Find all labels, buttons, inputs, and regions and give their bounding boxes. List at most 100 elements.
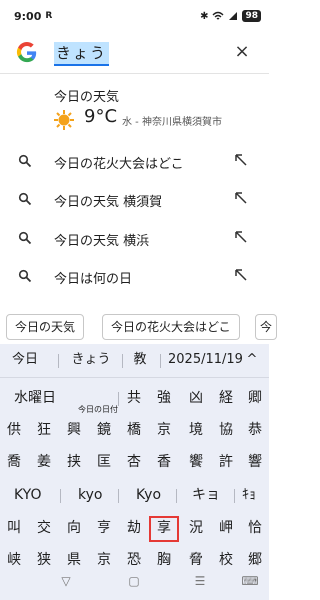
chip-today-fireworks[interactable]: 今日の花火大会はどこ (102, 314, 240, 340)
candidate[interactable]: 喬 (2, 452, 26, 472)
conversion-kyou-kanji[interactable]: 今日 (10, 350, 40, 370)
candidate[interactable]: 向 (62, 518, 86, 538)
candidate[interactable]: 県 (62, 550, 86, 570)
candidate[interactable]: 卿 (243, 388, 267, 408)
fill-query-arrow-icon[interactable] (234, 230, 248, 244)
signal-icon (229, 12, 238, 20)
suggestion-text: 今日は何の日 (54, 272, 133, 287)
candidate[interactable]: 叫 (2, 518, 26, 538)
divider (122, 354, 123, 368)
weather-location: 水 - 神奈川県横須賀市 (122, 117, 222, 128)
navigation-bar: ▽ ▢ ☰ ⌨ (0, 570, 269, 600)
candidate[interactable]: 強 (152, 388, 176, 408)
candidate[interactable]: 亨 (92, 518, 116, 538)
conversion-kyou-teach[interactable]: 教 (130, 350, 150, 370)
bluetooth-icon: ✱ (200, 10, 209, 22)
weather-temp: 9°C (84, 106, 118, 127)
candidate[interactable]: 挟 (62, 452, 86, 472)
clear-search-button[interactable]: × (232, 40, 252, 64)
back-icon[interactable]: ▽ (56, 574, 76, 588)
search-icon (18, 269, 32, 283)
divider (176, 489, 177, 503)
keyboard-switch-icon[interactable]: ⌨ (240, 574, 260, 588)
candidate[interactable]: 胸 (152, 550, 176, 570)
candidate[interactable]: 狭 (32, 550, 56, 570)
conversion-bar: 今日 きょう 教 2025/11/19 ^ (0, 344, 269, 378)
candidate[interactable]: KYO (14, 485, 42, 505)
candidate[interactable]: ｷｮ (242, 485, 256, 505)
candidate[interactable]: 校 (214, 550, 238, 570)
recents-icon[interactable]: ☰ (190, 574, 210, 588)
status-icons: ✱ 98 (200, 10, 261, 22)
candidate[interactable]: 恰 (243, 518, 267, 538)
candidate[interactable]: 協 (214, 420, 238, 440)
candidate[interactable]: 恐 (122, 550, 146, 570)
status-bar: 9:00 R ✱ 98 (0, 0, 269, 32)
selection-highlight (149, 516, 179, 542)
candidate[interactable]: 京 (92, 550, 116, 570)
battery-icon: 98 (242, 10, 261, 22)
suggestion-row[interactable]: 今日の天気 横浜 (0, 220, 269, 258)
expand-candidates-icon[interactable]: ^ (244, 350, 260, 370)
weather-suggestion[interactable]: 今日の天気 9°C 水 - 神奈川県横須賀市 (0, 80, 269, 138)
fill-query-arrow-icon[interactable] (234, 153, 248, 167)
candidate[interactable]: 劫 (122, 518, 146, 538)
suggestion-row[interactable]: 今日の花火大会はどこ (0, 143, 269, 181)
fill-query-arrow-icon[interactable] (234, 268, 248, 282)
candidate[interactable]: 狂 (32, 420, 56, 440)
search-icon (18, 231, 32, 245)
fill-query-arrow-icon[interactable] (234, 191, 248, 205)
suggestion-text: 今日の花火大会はどこ (54, 157, 184, 172)
divider (60, 489, 61, 503)
carrier-icon: R (45, 11, 53, 21)
divider (118, 392, 119, 406)
candidate[interactable]: 橋 (122, 420, 146, 440)
search-icon (18, 192, 32, 206)
candidate[interactable]: 恭 (243, 420, 267, 440)
candidate[interactable]: 許 (214, 452, 238, 472)
candidate[interactable]: 脅 (184, 550, 208, 570)
candidate[interactable]: 杏 (122, 452, 146, 472)
search-divider (0, 73, 269, 74)
candidate[interactable]: 境 (184, 420, 208, 440)
candidate[interactable]: 岬 (214, 518, 238, 538)
suggestion-text: 今日の天気 横浜 (54, 234, 150, 249)
chip-today-weather[interactable]: 今日の天気 (6, 314, 85, 340)
suggestion-row[interactable]: 今日は何の日 (0, 258, 269, 296)
candidate[interactable]: 共 (122, 388, 146, 408)
candidate[interactable]: 供 (2, 420, 26, 440)
search-bar[interactable]: きょう × (0, 34, 269, 74)
today-date-hint: 今日の日付 (78, 405, 118, 414)
candidate[interactable]: 凶 (184, 388, 208, 408)
candidate[interactable]: 交 (32, 518, 56, 538)
candidate[interactable]: 経 (214, 388, 238, 408)
divider (160, 354, 161, 368)
candidate[interactable]: 香 (152, 452, 176, 472)
ime-keyboard: 今日 きょう 教 2025/11/19 ^ 水曜日 今日の日付 共 強 凶 経 … (0, 344, 269, 600)
candidate[interactable]: kyo (78, 485, 102, 505)
sun-icon (54, 110, 74, 130)
candidate[interactable]: 京 (152, 420, 176, 440)
suggestion-chips: 今日の天気 今日の花火大会はどこ 今 (0, 314, 278, 342)
home-icon[interactable]: ▢ (124, 574, 144, 588)
candidate[interactable]: Kyo (136, 485, 161, 505)
suggestion-row[interactable]: 今日の天気 横須賀 (0, 181, 269, 219)
candidate[interactable]: 鏡 (92, 420, 116, 440)
weather-title: 今日の天気 (54, 90, 120, 105)
candidate[interactable]: 況 (184, 518, 208, 538)
search-input[interactable]: きょう (54, 42, 110, 66)
candidate[interactable]: 匡 (92, 452, 116, 472)
candidate[interactable]: 姜 (32, 452, 56, 472)
conversion-kyou-hiragana[interactable]: きょう (68, 350, 114, 370)
candidate[interactable]: 饗 (184, 452, 208, 472)
conversion-date[interactable]: 2025/11/19 (168, 350, 243, 370)
divider (58, 354, 59, 368)
candidate[interactable]: 響 (243, 452, 267, 472)
candidate[interactable]: 興 (62, 420, 86, 440)
divider (234, 489, 235, 503)
candidate[interactable]: 郷 (243, 550, 267, 570)
chip-partial[interactable]: 今 (255, 314, 278, 340)
candidate[interactable]: 水曜日 (14, 388, 56, 408)
candidate[interactable]: キョ (192, 485, 220, 505)
candidate[interactable]: 峡 (2, 550, 26, 570)
